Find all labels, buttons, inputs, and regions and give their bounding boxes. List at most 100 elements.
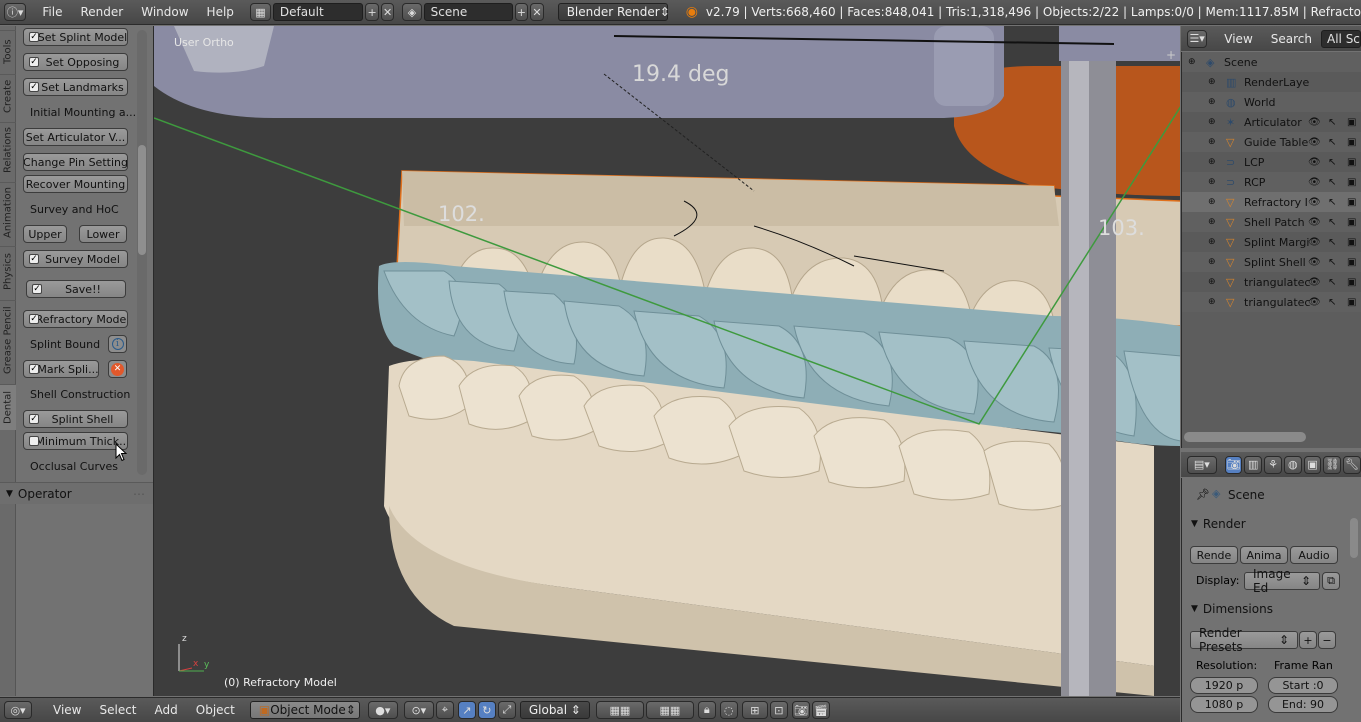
camera-icon[interactable]: ▣	[1347, 257, 1356, 268]
checkbox[interactable]: ✓	[29, 57, 39, 67]
corner-plus-icon[interactable]: +	[1166, 48, 1176, 62]
outliner-view-menu[interactable]: View	[1215, 32, 1261, 46]
eye-icon[interactable]: 👁︎	[1308, 157, 1321, 168]
menu-view[interactable]: View	[44, 703, 90, 717]
eye-icon[interactable]: 👁︎	[1308, 137, 1321, 148]
frame-end-field[interactable]: End: 90	[1268, 696, 1338, 713]
outliner-row[interactable]: ⊕ ◈ Scene	[1182, 52, 1361, 72]
checkbox[interactable]: ✓	[29, 364, 39, 374]
outliner-filter-field[interactable]: All Sc	[1321, 29, 1361, 48]
eye-icon[interactable]: 👁︎	[1308, 117, 1321, 128]
outliner-row[interactable]: ⊕ ▽ Shell Patch 👁︎ ↖ ▣	[1182, 212, 1361, 232]
pivot-icon[interactable]: ⊙▾	[403, 701, 434, 719]
eye-icon[interactable]: 👁︎	[1308, 297, 1321, 308]
outliner-search-menu[interactable]: Search	[1262, 32, 1321, 46]
eye-icon[interactable]: 👁︎	[1308, 277, 1321, 288]
toolshelf-scroll-thumb[interactable]	[138, 145, 146, 255]
recover-mounting-button[interactable]: Recover Mounting	[23, 175, 128, 193]
camera-icon[interactable]: ▣	[1347, 197, 1356, 208]
expand-icon[interactable]: ⊕	[1188, 57, 1196, 67]
tab-tools[interactable]: Tools	[0, 30, 16, 72]
camera-icon[interactable]: ▣	[1347, 177, 1356, 188]
expand-icon[interactable]: ⊕	[1208, 197, 1216, 207]
outliner-row[interactable]: ⊕ ▽ Refractory I 👁︎ ↖ ▣	[1182, 192, 1361, 212]
properties-scrollbar[interactable]	[1350, 518, 1358, 558]
tab-create[interactable]: Create	[0, 74, 16, 118]
frame-start-field[interactable]: Start :0	[1268, 677, 1338, 694]
close-layout-icon[interactable]: ✕	[380, 3, 395, 21]
layers-1-icon[interactable]: ▦▦	[595, 701, 644, 719]
render-opengl-icon[interactable]: 📷︎	[791, 701, 810, 719]
expand-icon[interactable]: ⊕	[1208, 297, 1216, 307]
cursor-icon[interactable]: ↖	[1328, 217, 1336, 228]
outliner-type-icon[interactable]: ☰▾	[1187, 29, 1208, 48]
tab-grease-pencil[interactable]: Grease Pencil	[0, 300, 16, 380]
menu-add[interactable]: Add	[146, 703, 187, 717]
translate-icon[interactable]: ↗	[457, 701, 476, 719]
menu-file[interactable]: File	[33, 5, 71, 19]
lower-button[interactable]: Lower	[79, 225, 127, 243]
menu-help[interactable]: Help	[198, 5, 243, 19]
refractory-model-button[interactable]: ✓ Refractory Model	[23, 310, 128, 328]
outliner-row[interactable]: ⊕ ▥ RenderLaye	[1182, 72, 1361, 92]
outliner-row[interactable]: ⊕ ✶ Articulator 👁︎ ↖ ▣	[1182, 112, 1361, 132]
eye-icon[interactable]: 👁︎	[1308, 177, 1321, 188]
info-icon[interactable]: i	[108, 335, 127, 353]
checkbox[interactable]: ✓	[29, 82, 39, 92]
cursor-icon[interactable]: ↖	[1328, 277, 1336, 288]
set-articulator-button[interactable]: Set Articulator V...	[23, 128, 128, 146]
camera-icon[interactable]: ▣	[1347, 137, 1356, 148]
cursor-icon[interactable]: ↖	[1328, 257, 1336, 268]
add-scene-icon[interactable]: +	[514, 3, 529, 21]
splint-shell-button[interactable]: ✓ Splint Shell	[23, 410, 128, 428]
checkbox[interactable]: ✓	[29, 254, 39, 264]
expand-icon[interactable]: ⊕	[1208, 177, 1216, 187]
screen-layout-icon[interactable]: ▦	[250, 3, 271, 21]
eye-icon[interactable]: 👁︎	[1308, 217, 1321, 228]
checkbox[interactable]: ✓	[29, 314, 39, 324]
shading-icon[interactable]: ●▾	[367, 701, 398, 719]
pin-icon[interactable]: 📌︎	[1196, 488, 1210, 501]
render-button[interactable]: Rende	[1190, 546, 1238, 564]
cursor-icon[interactable]: ↖	[1328, 297, 1336, 308]
scene-field[interactable]: Scene	[423, 3, 513, 21]
set-splint-model-button[interactable]: ✓ Set Splint Model	[23, 28, 128, 46]
minimum-thickness-button[interactable]: Minimum Thick...	[23, 432, 128, 450]
eye-icon[interactable]: 👁︎	[1308, 197, 1321, 208]
scene-tab-icon[interactable]: ⚘	[1264, 455, 1282, 474]
camera-icon[interactable]: ▣	[1347, 297, 1356, 308]
menu-render[interactable]: Render	[71, 5, 132, 19]
mark-splint-button[interactable]: ✓ Mark Spli...	[23, 360, 99, 378]
manipulator-icon[interactable]: ⌖	[435, 701, 454, 719]
add-preset-icon[interactable]: +	[1299, 631, 1317, 649]
operator-panel-header[interactable]: ▼ Operator ⋯	[0, 482, 153, 504]
expand-icon[interactable]: ⊕	[1208, 77, 1216, 87]
display-dropdown[interactable]: Image Ed ⇕	[1244, 567, 1320, 595]
editor-type-icon[interactable]: ◎▾	[4, 701, 32, 719]
resolution-x-field[interactable]: 1920 p	[1190, 677, 1258, 694]
scene-icon[interactable]: ◈	[402, 3, 422, 21]
remove-preset-icon[interactable]: −	[1318, 631, 1336, 649]
fullscreen-icon[interactable]: ⧉	[1322, 572, 1340, 590]
render-engine-dropdown[interactable]: Blender Render ⇕	[557, 3, 670, 21]
expand-icon[interactable]: ⊕	[1208, 117, 1216, 127]
proportional-edit-icon[interactable]: ◌	[719, 701, 738, 719]
cursor-icon[interactable]: ↖	[1328, 117, 1336, 128]
checkbox[interactable]: ✓	[29, 32, 39, 42]
camera-icon[interactable]: ▣	[1347, 217, 1356, 228]
world-tab-icon[interactable]: ◍	[1283, 455, 1302, 474]
cursor-icon[interactable]: ↖	[1328, 157, 1336, 168]
layers-2-icon[interactable]: ▦▦	[645, 701, 694, 719]
snap-icon[interactable]: ⊞	[741, 701, 768, 719]
set-opposing-button[interactable]: ✓ Set Opposing	[23, 53, 128, 71]
outliner-row[interactable]: ⊕ ▽ Guide Table 👁︎ ↖ ▣	[1182, 132, 1361, 152]
expand-icon[interactable]: ⊕	[1208, 237, 1216, 247]
outliner-row[interactable]: ⊕ ◍ World	[1182, 92, 1361, 112]
lock-icon[interactable]: 🔒︎	[697, 701, 716, 719]
render-layers-tab-icon[interactable]: ▥	[1244, 455, 1263, 474]
cancel-icon[interactable]: ✕	[108, 360, 127, 378]
outliner-row[interactable]: ⊕ ▽ triangulatec 👁︎ ↖ ▣	[1182, 292, 1361, 312]
outliner-row[interactable]: ⊕ ▽ Splint Margi 👁︎ ↖ ▣	[1182, 232, 1361, 252]
expand-icon[interactable]: ⊕	[1208, 97, 1216, 107]
outliner-scrollbar[interactable]	[1184, 432, 1306, 442]
